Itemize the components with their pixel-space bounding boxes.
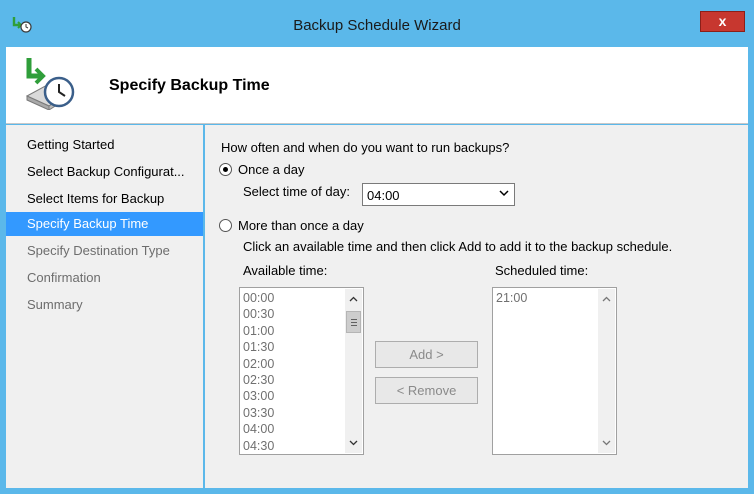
scroll-up-icon[interactable] xyxy=(346,292,361,307)
more-than-once-label[interactable]: More than once a day xyxy=(238,218,364,233)
list-item[interactable]: 21:00 xyxy=(496,290,527,306)
nav-item-getting-started[interactable]: Getting Started xyxy=(6,133,203,157)
nav-item-specify-backup-time[interactable]: Specify Backup Time xyxy=(6,212,203,236)
time-of-day-value: 04:00 xyxy=(367,188,400,203)
window-title: Backup Schedule Wizard xyxy=(293,17,461,34)
once-a-day-radio[interactable] xyxy=(219,163,232,176)
list-item[interactable]: 01:00 xyxy=(243,323,274,339)
nav-item-confirmation: Confirmation xyxy=(27,270,101,285)
list-item[interactable]: 02:00 xyxy=(243,356,274,372)
nav-item-summary: Summary xyxy=(27,297,83,312)
scroll-down-icon[interactable] xyxy=(346,435,361,450)
list-item[interactable]: 03:30 xyxy=(243,405,274,421)
available-list-scrollbar[interactable] xyxy=(345,289,362,453)
time-of-day-label: Select time of day: xyxy=(243,184,350,199)
backup-schedule-icon xyxy=(25,58,75,110)
more-than-once-radio[interactable] xyxy=(219,219,232,232)
remove-button[interactable]: < Remove xyxy=(375,377,478,404)
scheduled-time-label: Scheduled time: xyxy=(495,263,589,278)
list-item[interactable]: 03:00 xyxy=(243,388,274,404)
available-time-list[interactable]: 00:00 00:30 01:00 01:30 02:00 02:30 03:0… xyxy=(239,287,364,455)
list-item[interactable]: 02:30 xyxy=(243,372,274,388)
add-instruction-text: Click an available time and then click A… xyxy=(243,239,673,254)
wizard-window: Backup Schedule Wizard x Specify Backup … xyxy=(0,0,754,494)
list-item[interactable]: 04:30 xyxy=(243,438,274,454)
scroll-up-icon[interactable] xyxy=(599,292,614,307)
page-title: Specify Backup Time xyxy=(109,77,270,94)
wizard-header: Specify Backup Time xyxy=(6,47,748,124)
list-item[interactable]: 04:00 xyxy=(243,421,274,437)
wizard-nav: Getting Started Select Backup Configurat… xyxy=(6,125,203,488)
list-item[interactable]: 01:30 xyxy=(243,339,274,355)
scheduled-list-scrollbar[interactable] xyxy=(598,289,615,453)
list-item[interactable]: 00:00 xyxy=(243,290,274,306)
nav-item-specify-destination-type: Specify Destination Type xyxy=(27,243,170,258)
close-button[interactable]: x xyxy=(700,11,745,32)
add-button[interactable]: Add > xyxy=(375,341,478,368)
nav-item-select-backup-configuration[interactable]: Select Backup Configurat... xyxy=(6,160,203,184)
nav-item-select-items[interactable]: Select Items for Backup xyxy=(6,187,203,211)
available-time-label: Available time: xyxy=(243,263,328,278)
once-a-day-label[interactable]: Once a day xyxy=(238,162,305,177)
scrollbar-thumb[interactable] xyxy=(346,311,361,333)
time-of-day-select[interactable]: 04:00 xyxy=(362,183,515,206)
title-bar[interactable]: Backup Schedule Wizard x xyxy=(0,0,754,46)
schedule-question: How often and when do you want to run ba… xyxy=(221,140,510,155)
list-item[interactable]: 00:30 xyxy=(243,306,274,322)
scroll-down-icon[interactable] xyxy=(599,435,614,450)
content-panel: How often and when do you want to run ba… xyxy=(205,125,748,488)
chevron-down-icon xyxy=(499,190,509,197)
close-icon: x xyxy=(718,13,727,29)
scheduled-time-list[interactable]: 21:00 xyxy=(492,287,617,455)
